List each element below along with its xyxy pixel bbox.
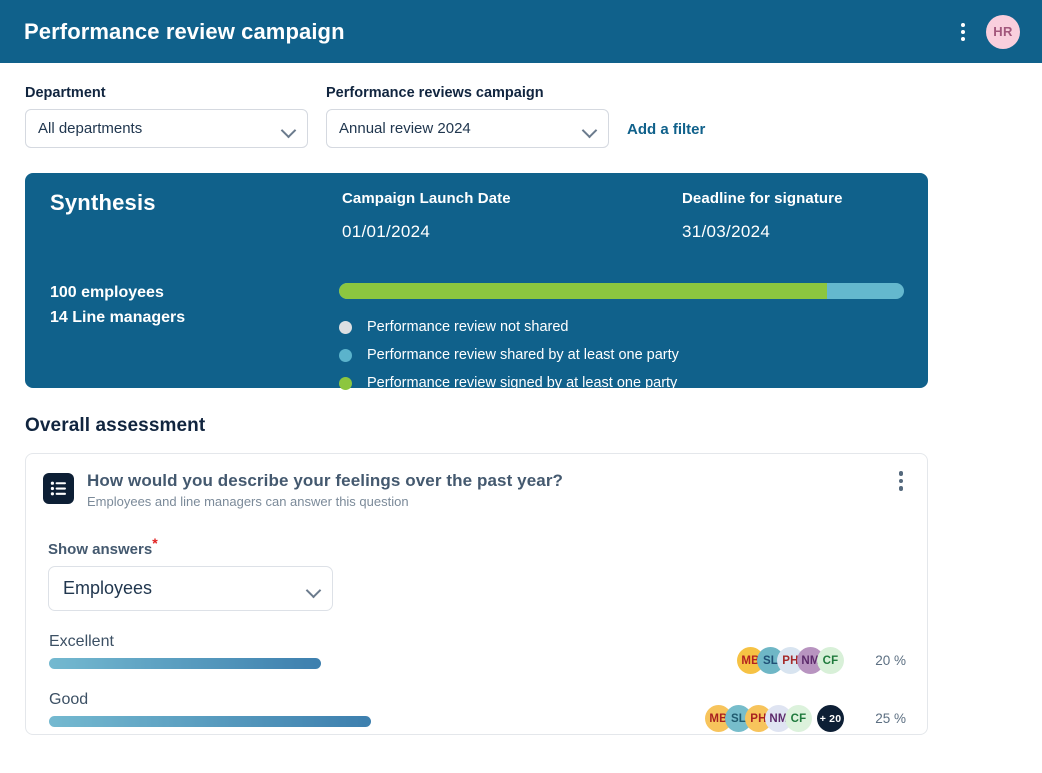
kebab-dot [899,479,904,484]
respondent-avatar-stack: MBSLPHNMCF [737,647,844,674]
campaign-value: Annual review 2024 [339,120,471,137]
kebab-dot [961,37,965,41]
kebab-menu-icon[interactable] [954,21,972,43]
app-header: Performance review campaign HR [0,0,1042,63]
show-answers-label: Show answers* [48,535,909,558]
legend-row: Performance review not shared [339,313,904,341]
department-label: Department [25,85,308,101]
answer-percentage: 20 % [858,653,906,668]
legend-dot-icon [339,349,352,362]
legend-row: Performance review signed by at least on… [339,369,904,397]
chevron-down-icon [306,582,322,598]
legend-label: Performance review signed by at least on… [367,375,677,391]
campaign-label: Performance reviews campaign [326,85,609,101]
synthesis-progress-area: Performance review not shared Performance… [339,280,904,397]
question-text-block: How would you describe your feelings ove… [87,471,563,509]
answer-bar [49,658,321,669]
employees-count: 100 employees [50,280,339,305]
answer-percentage: 25 % [858,711,906,726]
legend-dot-icon [339,321,352,334]
show-answers-select[interactable]: Employees [48,566,333,611]
department-value: All departments [38,120,142,137]
synthesis-title: Synthesis [50,190,342,242]
deadline-label: Deadline for signature [682,190,843,207]
line-managers-count: 14 Line managers [50,305,339,330]
answer-row-right: MBSLPHNMCF+ 20 25 % [705,705,906,732]
header-actions: HR [954,15,1020,49]
chevron-down-icon [582,122,598,138]
filter-department: Department All departments [25,85,308,148]
question-header: How would you describe your feelings ove… [43,471,909,509]
legend-label: Performance review shared by at least on… [367,347,679,363]
avatar[interactable]: HR [986,15,1020,49]
synthesis-counts: 100 employees 14 Line managers [50,280,339,397]
kebab-dot [961,30,965,34]
synthesis-card: Synthesis Campaign Launch Date 01/01/202… [25,173,928,388]
question-kebab-menu-icon[interactable] [893,470,909,492]
question-subtitle: Employees and line managers can answer t… [87,494,563,509]
add-filter-link[interactable]: Add a filter [627,121,705,148]
deadline-block: Deadline for signature 31/03/2024 [682,190,843,242]
launch-date-block: Campaign Launch Date 01/01/2024 [342,190,682,242]
campaign-progress-bar [339,283,904,299]
answer-row-right: MBSLPHNMCF 20 % [737,647,906,674]
launch-date-label: Campaign Launch Date [342,190,682,207]
launch-date-value: 01/01/2024 [342,222,682,242]
show-answers-value: Employees [63,578,152,599]
legend-label: Performance review not shared [367,319,569,335]
answer-row: GoodMBSLPHNMCF+ 2025 % [43,691,909,749]
campaign-select[interactable]: Annual review 2024 [326,109,609,148]
list-question-icon [43,473,74,504]
answer-row: ExcellentMBSLPHNMCF20 % [43,633,909,691]
show-answers-label-text: Show answers [48,541,152,558]
kebab-dot [961,23,965,27]
respondent-avatar[interactable]: CF [785,705,812,732]
filter-campaign: Performance reviews campaign Annual revi… [326,85,609,148]
legend-row: Performance review shared by at least on… [339,341,904,369]
page-title: Performance review campaign [24,19,345,45]
respondent-avatar[interactable]: CF [817,647,844,674]
overall-assessment-title: Overall assessment [25,415,1042,437]
chevron-down-icon [281,122,297,138]
answer-bar [49,716,371,727]
synthesis-bottom: 100 employees 14 Line managers Performan… [50,280,904,397]
kebab-dot [899,471,904,476]
answer-list: ExcellentMBSLPHNMCF20 %GoodMBSLPHNMCF+ 2… [43,633,909,749]
respondent-avatar-more[interactable]: + 20 [817,705,844,732]
respondent-avatar-stack: MBSLPHNMCF+ 20 [705,705,844,732]
question-card: How would you describe your feelings ove… [25,453,928,735]
kebab-dot [899,486,904,491]
progress-legend: Performance review not shared Performance… [339,313,904,397]
required-marker: * [152,535,157,551]
legend-dot-icon [339,377,352,390]
department-select[interactable]: All departments [25,109,308,148]
filter-bar: Department All departments Performance r… [0,63,1042,148]
campaign-progress-fill [339,283,827,299]
question-title: How would you describe your feelings ove… [87,471,563,491]
deadline-value: 31/03/2024 [682,222,843,242]
synthesis-top: Synthesis Campaign Launch Date 01/01/202… [50,190,904,242]
